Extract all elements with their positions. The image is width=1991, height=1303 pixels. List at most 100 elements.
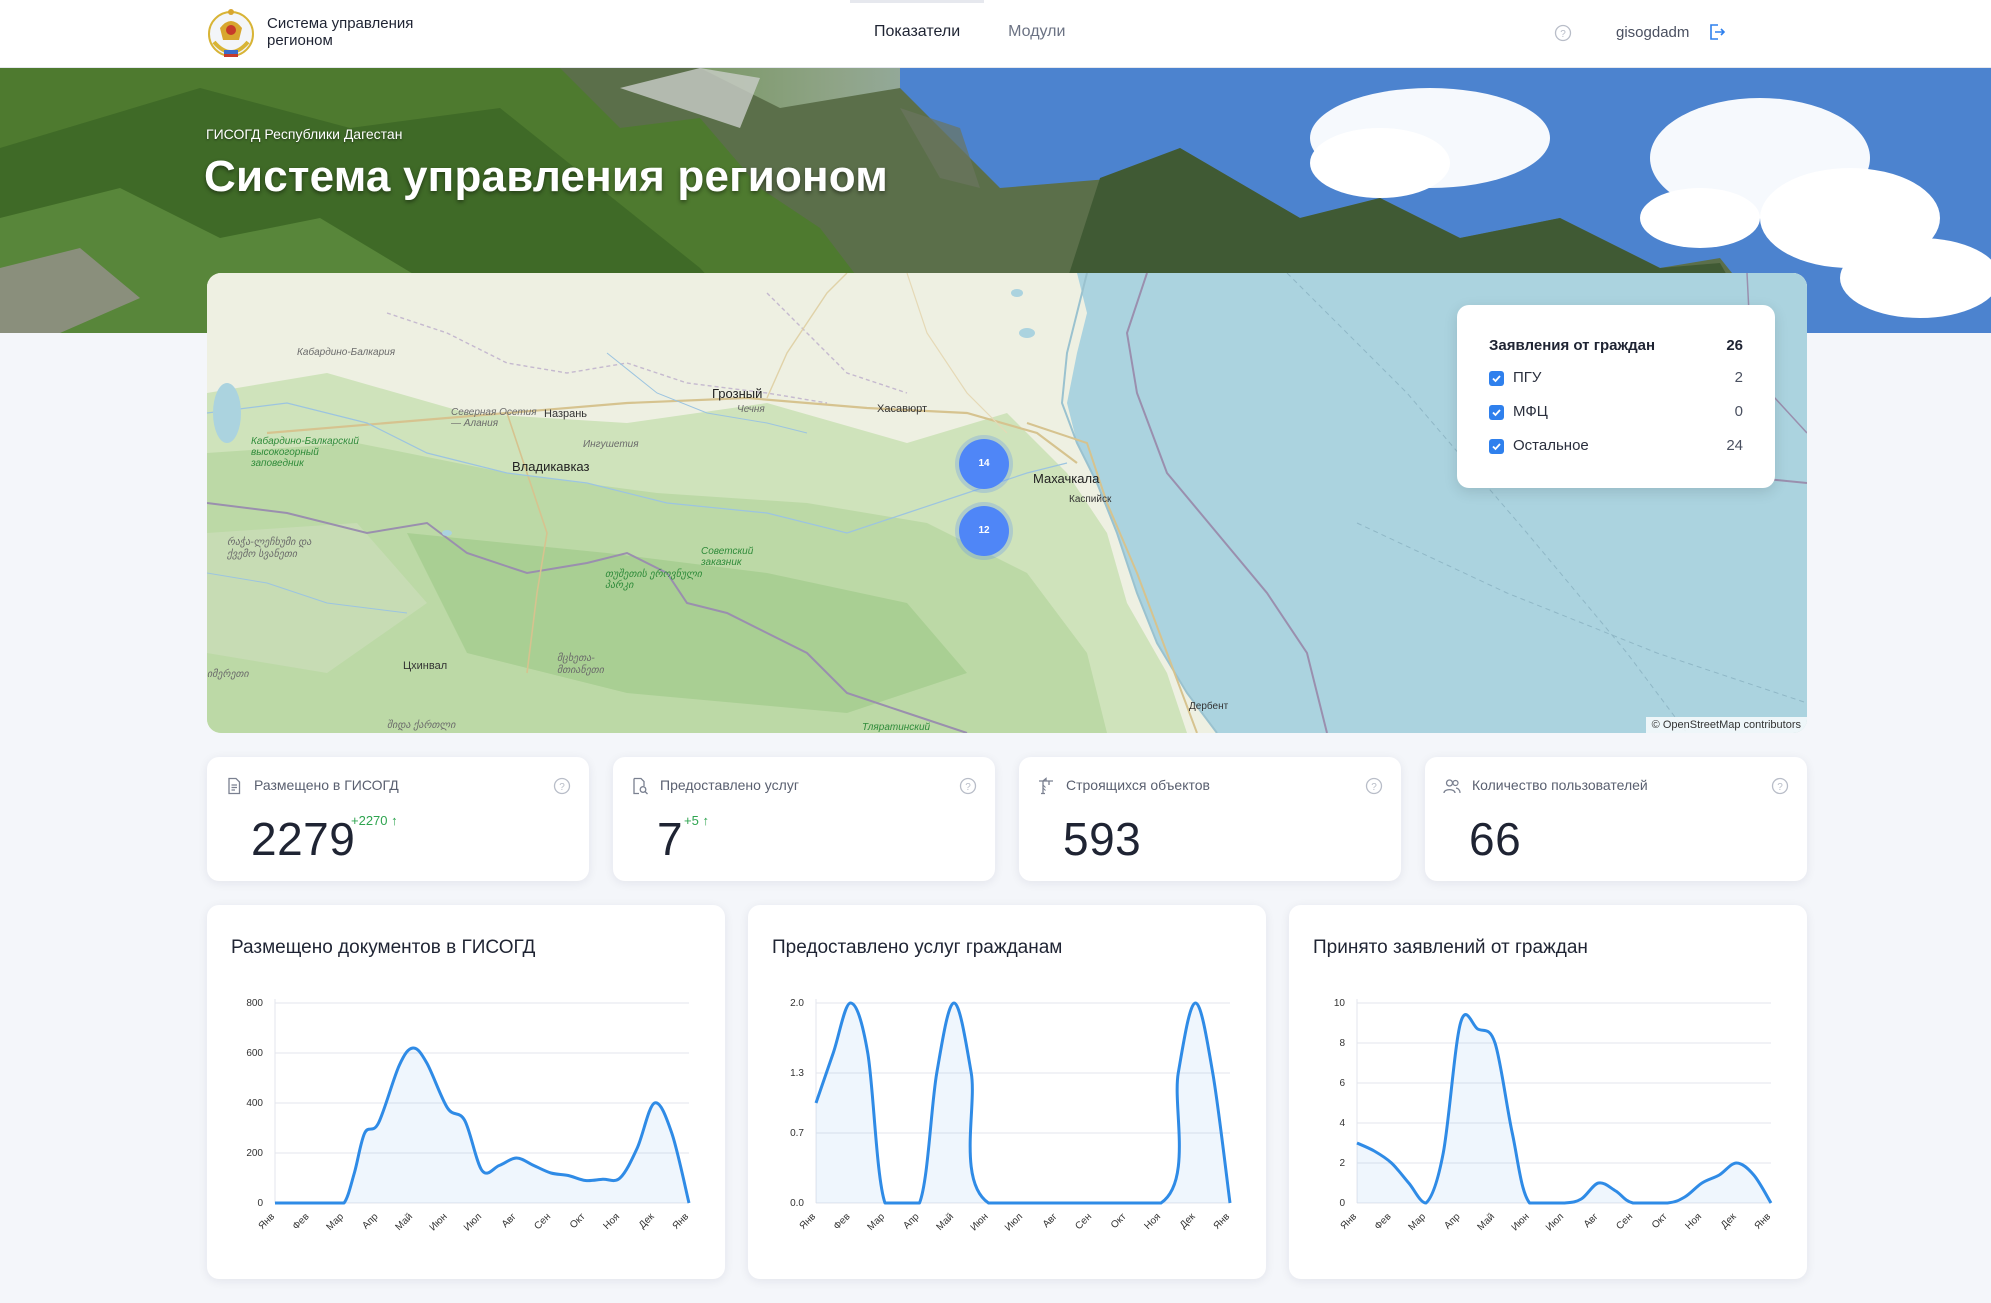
top-header: Система управления регионом Показатели М… xyxy=(0,0,1991,68)
y-tick-label: 8 xyxy=(1339,1038,1345,1049)
stat-card-construction: Строящихся объектов ? 593 xyxy=(1019,757,1401,881)
y-tick-label: 2.0 xyxy=(790,998,804,1009)
map-label-imereti: იმერეთი xyxy=(207,669,249,680)
x-tick-label: Мар xyxy=(1406,1211,1428,1233)
map-attribution[interactable]: © OpenStreetMap contributors xyxy=(1645,717,1807,733)
chart-card-documents: Размещено документов в ГИСОГД 0 200 400 600… xyxy=(207,905,725,1279)
x-tick-label: Сен xyxy=(1614,1211,1635,1232)
svg-text:?: ? xyxy=(1560,29,1566,40)
map-label-grozny: Грозный xyxy=(712,386,763,401)
svg-text:?: ? xyxy=(1777,782,1783,793)
x-tick-label: Апр xyxy=(901,1211,922,1232)
y-tick-label: 6 xyxy=(1339,1078,1345,1089)
help-circle-icon[interactable]: ? xyxy=(959,777,977,795)
app-name[interactable]: Система управления регионом xyxy=(267,15,467,49)
map-label-racha: რაჭა-ლეჩხუმი და ქვემო სვანეთი xyxy=(227,537,312,560)
checkbox-checked-icon[interactable] xyxy=(1489,371,1504,386)
map-label-kaspiysk: Каспийск xyxy=(1069,494,1112,505)
legend-item-label: ПГУ xyxy=(1513,369,1542,386)
hero-subtitle: ГИСОГД Республики Дагестан xyxy=(206,126,403,142)
x-tick-label: Ноя xyxy=(601,1211,622,1232)
svg-text:?: ? xyxy=(965,782,971,793)
x-tick-label: Авг xyxy=(500,1211,519,1230)
legend-item-value: 24 xyxy=(1726,437,1743,454)
checkbox-checked-icon[interactable] xyxy=(1489,439,1504,454)
stat-value: 66 xyxy=(1469,813,1522,865)
x-tick-label: Янв xyxy=(1212,1211,1233,1232)
y-tick-label: 4 xyxy=(1339,1118,1345,1129)
x-tick-label: Янв xyxy=(798,1211,819,1232)
legend-item-pgu[interactable]: ПГУ 2 xyxy=(1489,369,1743,389)
legend-total: 26 xyxy=(1726,337,1743,354)
map-label-derbent: Дербент xyxy=(1189,701,1229,712)
x-tick-label: Май xyxy=(393,1211,415,1233)
x-tick-label: Мар xyxy=(865,1211,887,1233)
nav-indicators[interactable]: Показатели xyxy=(850,0,985,68)
x-tick-label: Сен xyxy=(1073,1211,1094,1232)
username[interactable]: gisogdadm xyxy=(1616,24,1689,41)
x-tick-label: Мар xyxy=(324,1211,346,1233)
map-label-kbr-reserve: Кабардино-Балкарский высокогорный запове… xyxy=(251,436,359,469)
hero-title: Система управления регионом xyxy=(204,152,889,201)
help-circle-icon[interactable]: ? xyxy=(1771,777,1789,795)
x-tick-label: Дек xyxy=(637,1211,657,1231)
document-search-icon xyxy=(633,777,648,795)
applications-legend: Заявления от граждан 26 ПГУ 2 МФЦ 0 Оста… xyxy=(1457,305,1775,488)
svg-text:?: ? xyxy=(559,782,565,793)
map-label-ingushetia: Ингушетия xyxy=(583,439,639,450)
checkbox-checked-icon[interactable] xyxy=(1489,405,1504,420)
stat-delta: +5 ↑ xyxy=(684,813,709,828)
stat-card-services: Предоставлено услуг ? 7 +5 ↑ xyxy=(613,757,995,881)
legend-item-value: 0 xyxy=(1734,403,1743,420)
x-tick-label: Фев xyxy=(291,1211,312,1232)
x-tick-label: Июн xyxy=(1510,1211,1532,1233)
stat-card-users: Количество пользователей ? 66 xyxy=(1425,757,1807,881)
x-tick-label: Июл xyxy=(1003,1211,1025,1233)
series-area xyxy=(275,1047,689,1203)
x-tick-label: Янв xyxy=(671,1211,692,1232)
legend-item-other[interactable]: Остальное 24 xyxy=(1489,437,1743,457)
x-tick-label: Апр xyxy=(1442,1211,1463,1232)
map-label-mtskheta: მცხეთა-მთიანეთი xyxy=(557,653,604,676)
x-tick-label: Авг xyxy=(1041,1211,1060,1230)
y-tick-label: 200 xyxy=(246,1148,263,1159)
x-tick-label: Май xyxy=(1475,1211,1497,1233)
dagestan-emblem-icon[interactable] xyxy=(206,6,256,62)
y-tick-label: 2 xyxy=(1339,1158,1345,1169)
help-circle-icon[interactable]: ? xyxy=(1554,24,1572,42)
x-tick-label: Июл xyxy=(1544,1211,1566,1233)
chart-card-services: Предоставлено услуг гражданам 0.0 0.7 1.3 2… xyxy=(748,905,1266,1279)
documents-area-chart[interactable]: 0 200 400 600 800 Янв Фев Мар Апр Май Июн Июл Авг Сен… xyxy=(207,905,725,1279)
logout-icon[interactable] xyxy=(1708,23,1726,41)
x-tick-label: Янв xyxy=(1753,1211,1774,1232)
nav-modules[interactable]: Модули xyxy=(984,0,1089,68)
help-circle-icon[interactable]: ? xyxy=(1365,777,1383,795)
map-cluster-marker[interactable]: 12 xyxy=(959,506,1009,556)
x-tick-label: Янв xyxy=(257,1211,278,1232)
series-line xyxy=(814,1001,1232,1205)
x-tick-label: Апр xyxy=(360,1211,381,1232)
x-tick-label: Фев xyxy=(832,1211,853,1232)
applications-area-chart[interactable]: 0 2 4 6 8 10 Янв Фев Мар Апр Май Июн Июл Авг Сен Окт Ноя… xyxy=(1289,905,1807,1279)
map-label-tlyaratinsky: Тляратинский xyxy=(862,722,931,733)
y-tick-label: 0.7 xyxy=(790,1128,804,1139)
arrow-up-icon: ↑ xyxy=(702,813,709,828)
x-tick-label: Июн xyxy=(428,1211,450,1233)
y-tick-label: 0.0 xyxy=(790,1198,804,1209)
services-area-chart[interactable]: 0.0 0.7 1.3 2.0 Янв Фев Мар Апр Май Июн Июл Авг Сен О… xyxy=(748,905,1266,1279)
help-circle-icon[interactable]: ? xyxy=(553,777,571,795)
users-icon xyxy=(1443,779,1461,794)
map-label-vladikavkaz: Владикавказ xyxy=(512,459,590,474)
map-label-tskhinval: Цхинвал xyxy=(403,660,448,672)
legend-item-mfc[interactable]: МФЦ 0 xyxy=(1489,403,1743,423)
legend-title: Заявления от граждан xyxy=(1489,337,1656,354)
map-label-makhachkala: Махачкала xyxy=(1033,471,1100,486)
y-tick-label: 800 xyxy=(246,998,263,1009)
map-cluster-marker[interactable]: 14 xyxy=(959,439,1009,489)
crane-icon xyxy=(1039,777,1053,795)
stat-value: 7 xyxy=(657,813,684,865)
document-icon xyxy=(228,777,241,795)
map-label-chechnya: Чечня xyxy=(737,404,765,415)
map-label-kbr: Кабардино-Балкария xyxy=(297,347,396,358)
stat-card-documents: Размещено в ГИСОГД ? 2279 +2270 ↑ xyxy=(207,757,589,881)
